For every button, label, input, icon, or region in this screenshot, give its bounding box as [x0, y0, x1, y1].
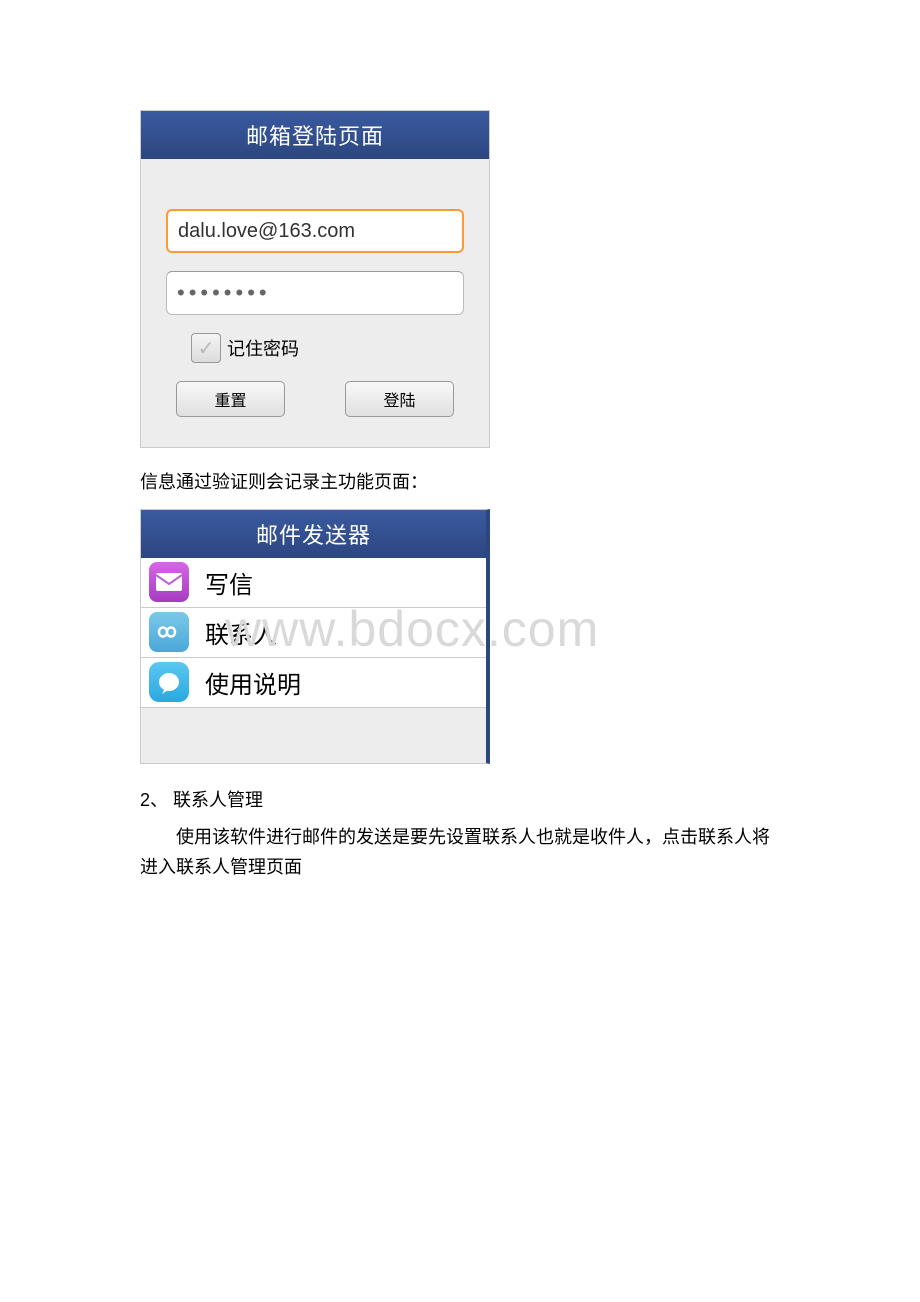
- menu-item-contacts[interactable]: 联系人: [141, 608, 486, 658]
- remember-row: ✓ 记住密码: [191, 333, 464, 363]
- main-menu-screen: 邮件发送器 写信 联系人 使用说明: [140, 509, 490, 764]
- login-screen: 邮箱登陆页面 ✓ 记住密码 重置 登陆: [140, 110, 490, 448]
- remember-label: 记住密码: [227, 335, 299, 361]
- login-button[interactable]: 登陆: [345, 381, 454, 417]
- section-heading: 2、 联系人管理: [140, 786, 920, 812]
- check-icon: ✓: [198, 336, 215, 361]
- button-row: 重置 登陆: [166, 381, 464, 417]
- paragraph-contacts: 使用该软件进行邮件的发送是要先设置联系人也就是收件人，点击联系人将进入联系人管理…: [140, 822, 780, 883]
- menu-item-compose[interactable]: 写信: [141, 558, 486, 608]
- menu-label: 使用说明: [205, 665, 301, 700]
- menu-label: 写信: [205, 565, 253, 600]
- contacts-icon: [149, 612, 189, 652]
- doc-caption-1: 信息通过验证则会记录主功能页面：: [140, 468, 920, 497]
- menu-label: 联系人: [205, 615, 277, 650]
- menu-filler: [141, 708, 486, 763]
- menu-list: 写信 联系人 使用说明: [141, 558, 486, 708]
- mail-icon: [149, 562, 189, 602]
- password-field[interactable]: [166, 271, 464, 315]
- login-title: 邮箱登陆页面: [141, 111, 489, 159]
- email-field[interactable]: [166, 209, 464, 253]
- menu-item-help[interactable]: 使用说明: [141, 658, 486, 708]
- help-icon: [149, 662, 189, 702]
- reset-button[interactable]: 重置: [176, 381, 285, 417]
- main-title: 邮件发送器: [141, 510, 486, 558]
- remember-checkbox[interactable]: ✓: [191, 333, 221, 363]
- login-form: ✓ 记住密码 重置 登陆: [141, 159, 489, 447]
